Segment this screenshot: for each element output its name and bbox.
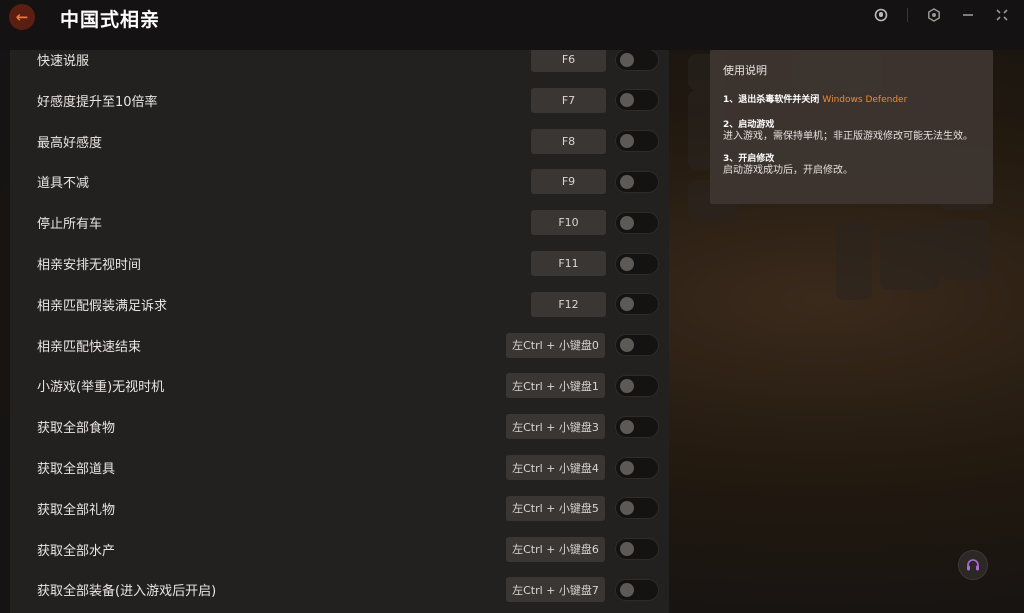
toggle-knob	[620, 460, 634, 475]
cheat-label: 道具不减	[37, 176, 90, 192]
cheat-label: 快速说服	[37, 54, 90, 69]
toggle-knob	[620, 93, 634, 108]
cheat-toggle[interactable]	[615, 538, 659, 561]
cheat-label: 相亲匹配假装满足诉求	[37, 298, 168, 314]
cheat-label: 获取全部水产	[37, 543, 116, 559]
cheat-label: 相亲匹配快速结束	[37, 339, 142, 355]
toggle-knob	[620, 582, 634, 597]
toggle-knob	[620, 256, 634, 271]
cheat-row: 相亲匹配快速结束 左Ctrl + 小键盘0	[10, 325, 669, 366]
step-3-title: 3、开启修改	[723, 154, 775, 164]
cheat-row: 获取全部装备(进入游戏后开启) 左Ctrl + 小键盘7	[10, 569, 669, 610]
toggle-knob	[620, 378, 634, 393]
hotkey-button[interactable]: F7	[531, 87, 606, 113]
toggle-knob	[620, 215, 634, 230]
hotkey-button[interactable]: F11	[531, 251, 606, 276]
notification-icon	[874, 8, 888, 22]
cheat-label: 停止所有车	[37, 217, 103, 233]
cheat-toggle[interactable]	[615, 89, 659, 112]
trainer-window: ← 中国式相亲 快速说服 F6 好感度提升至10倍率 F7 最高好感度 F8 道…	[0, 0, 1024, 613]
toggle-knob	[620, 174, 634, 189]
cheat-label: 获取全部装备(进入游戏后开启)	[37, 584, 217, 600]
hotkey-button[interactable]: 左Ctrl + 小键盘7	[506, 577, 605, 603]
step-2-title: 2、启动游戏	[723, 120, 775, 130]
back-button[interactable]: ←	[9, 4, 35, 30]
hotkey-button[interactable]: F8	[531, 128, 606, 154]
support-button[interactable]	[958, 550, 988, 580]
title-bar: ← 中国式相亲	[0, 0, 1024, 50]
usage-instructions: 使用说明 1、退出杀毒软件并关闭 Windows Defender 2、启动游戏…	[710, 50, 993, 204]
info-title: 使用说明	[723, 64, 767, 77]
cheat-row: 停止所有车 F10	[10, 202, 669, 243]
minimize-button[interactable]	[960, 7, 976, 23]
hotkey-button[interactable]: F6	[531, 50, 606, 72]
cheat-toggle[interactable]	[615, 578, 659, 601]
notification-button[interactable]	[873, 7, 889, 23]
divider	[907, 8, 908, 22]
cheat-label: 最高好感度	[37, 135, 103, 151]
cheat-row: 快速说服 F6	[10, 50, 669, 80]
step-2-body: 进入游戏，需保持单机；非正版游戏修改可能无法生效。	[723, 131, 973, 142]
cheat-row: 获取全部水产 左Ctrl + 小键盘6	[10, 529, 669, 570]
cheat-toggle[interactable]	[615, 456, 659, 479]
cheat-label: 好感度提升至10倍率	[37, 94, 158, 110]
hotkey-button[interactable]: 左Ctrl + 小键盘6	[506, 536, 605, 562]
cheat-row: 最高好感度 F8	[10, 121, 669, 162]
toggle-knob	[620, 297, 634, 312]
cheat-toggle[interactable]	[615, 334, 659, 357]
close-button[interactable]	[994, 7, 1010, 23]
settings-icon	[928, 8, 940, 22]
cheat-toggle[interactable]	[615, 252, 659, 275]
step-3-body: 启动游戏成功后，开启修改。	[723, 165, 853, 176]
cheat-row: 获取全部礼物 左Ctrl + 小键盘5	[10, 488, 669, 529]
cheat-row: 好感度提升至10倍率 F7	[10, 80, 669, 121]
cheat-label: 获取全部道具	[37, 462, 116, 477]
toggle-knob	[620, 419, 634, 434]
hotkey-button[interactable]: F12	[531, 291, 606, 317]
cheat-label: 获取全部礼物	[37, 502, 116, 518]
hotkey-button[interactable]: 左Ctrl + 小键盘4	[506, 455, 605, 480]
app-title: 中国式相亲	[60, 9, 161, 31]
toggle-knob	[620, 52, 634, 67]
cheat-toggle[interactable]	[615, 170, 659, 193]
cheat-toggle[interactable]	[615, 497, 659, 520]
windows-defender-link[interactable]: Windows Defender	[822, 95, 907, 105]
toggle-knob	[620, 134, 634, 149]
cheat-row: 小游戏(举重)无视时机 左Ctrl + 小键盘1	[10, 365, 669, 406]
cheat-label: 获取全部食物	[37, 421, 116, 437]
cheat-row: 获取全部道具 左Ctrl + 小键盘4	[10, 447, 669, 488]
cheat-toggle[interactable]	[615, 293, 659, 316]
cheat-row: 相亲匹配假装满足诉求 F12	[10, 284, 669, 325]
cheat-label: 相亲安排无视时间	[37, 258, 142, 273]
cheat-toggle[interactable]	[615, 130, 659, 153]
cheat-row: 获取全部食物 左Ctrl + 小键盘3	[10, 406, 669, 447]
headset-icon	[967, 559, 979, 571]
minimize-icon	[963, 14, 973, 16]
cheat-toggle[interactable]	[615, 211, 659, 234]
step-1-title: 1、退出杀毒软件并关闭 Windows Defender	[723, 92, 980, 105]
hotkey-button[interactable]: 左Ctrl + 小键盘1	[506, 373, 605, 399]
cheat-toggle[interactable]	[615, 374, 659, 397]
cheat-toggle[interactable]	[615, 50, 659, 71]
cheat-list: 快速说服 F6 好感度提升至10倍率 F7 最高好感度 F8 道具不减 F9 停止所有车 F10 相…	[10, 50, 669, 613]
cheat-row: 道具不减 F9	[10, 161, 669, 202]
toggle-knob	[620, 542, 634, 557]
hotkey-button[interactable]: 左Ctrl + 小键盘3	[506, 414, 605, 440]
settings-button[interactable]	[926, 7, 942, 23]
cheat-toggle[interactable]	[615, 415, 659, 438]
close-icon	[996, 9, 1008, 21]
cheat-row: 相亲安排无视时间 F11	[10, 243, 669, 284]
cheat-label: 小游戏(举重)无视时机	[37, 380, 165, 396]
hotkey-button[interactable]: F10	[531, 210, 606, 236]
toggle-knob	[620, 338, 634, 353]
back-arrow-icon: ←	[15, 8, 29, 26]
hotkey-button[interactable]: 左Ctrl + 小键盘0	[506, 332, 605, 358]
toggle-knob	[620, 501, 634, 516]
step-1-text: 1、退出杀毒软件并关闭	[723, 95, 820, 105]
window-controls	[873, 7, 1010, 23]
hotkey-button[interactable]: F9	[531, 169, 606, 195]
hotkey-button[interactable]: 左Ctrl + 小键盘5	[506, 495, 605, 521]
